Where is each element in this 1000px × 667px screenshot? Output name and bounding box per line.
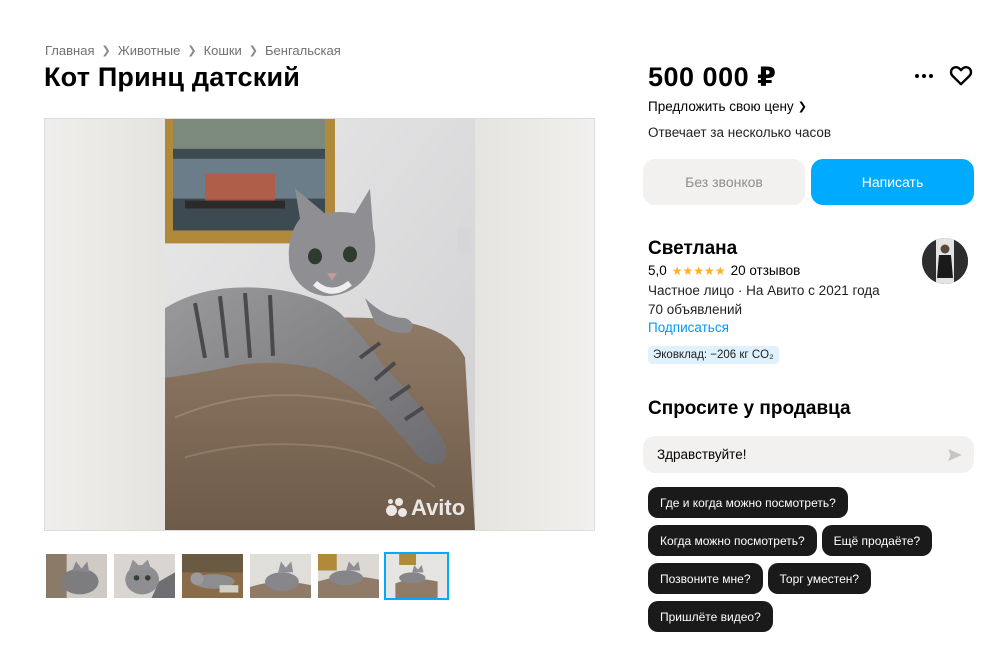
photo-blur-right xyxy=(474,119,594,530)
rating-stars-icon: ★★★★★ xyxy=(671,263,726,278)
ask-seller-title: Спросите у продавца xyxy=(648,398,851,419)
rating-value: 5,0 xyxy=(648,263,667,278)
no-calls-button[interactable]: Без звонков xyxy=(643,159,805,205)
message-input[interactable] xyxy=(643,436,974,473)
seller-ads-count[interactable]: 70 объявлений xyxy=(648,302,742,317)
more-options-icon[interactable] xyxy=(912,64,936,88)
thumbnail-6[interactable] xyxy=(384,552,449,600)
chevron-right-icon: ❯ xyxy=(101,45,111,57)
price: 500 000 ₽ xyxy=(648,62,777,92)
reviews-link[interactable]: 20 отзывов xyxy=(731,263,801,278)
quick-reply-chip[interactable]: Когда можно посмотреть? xyxy=(648,525,817,556)
avito-watermark: Avito xyxy=(385,495,465,521)
page-title: Кот Принц датский xyxy=(44,62,301,92)
photo-blur-left xyxy=(45,119,165,530)
eco-badge[interactable]: Эковклад: −206 кг CO₂ xyxy=(648,346,779,364)
seller-rating: 5,0 ★★★★★ 20 отзывов xyxy=(648,263,800,278)
thumbnail-strip xyxy=(44,552,449,600)
breadcrumb-bengal[interactable]: Бенгальская xyxy=(265,43,341,58)
breadcrumb: Главная ❯ Животные ❯ Кошки ❯ Бенгальская xyxy=(45,43,341,58)
send-icon[interactable] xyxy=(946,446,964,464)
main-photo[interactable]: Avito xyxy=(44,118,595,531)
chevron-right-icon: ❯ xyxy=(797,101,807,113)
write-message-button[interactable]: Написать xyxy=(811,159,974,205)
quick-reply-chip[interactable]: Где и когда можно посмотреть? xyxy=(648,487,848,518)
quick-replies: Где и когда можно посмотреть? Когда можн… xyxy=(648,487,968,632)
avito-logo-icon xyxy=(385,497,407,519)
cat-photo xyxy=(165,119,475,530)
chevron-right-icon: ❯ xyxy=(187,45,197,57)
quick-reply-chip[interactable]: Позвоните мне? xyxy=(648,563,763,594)
avatar[interactable] xyxy=(922,238,968,284)
thumbnail-1[interactable] xyxy=(44,552,109,600)
favorite-heart-icon[interactable] xyxy=(948,62,974,88)
thumbnail-4[interactable] xyxy=(248,552,313,600)
seller-type: Частное лицо · На Авито с 2021 года xyxy=(648,283,880,298)
chevron-right-icon: ❯ xyxy=(248,45,259,57)
breadcrumb-animals[interactable]: Животные xyxy=(118,43,181,58)
reply-time-text: Отвечает за несколько часов xyxy=(648,125,832,140)
quick-reply-chip[interactable]: Ещё продаёте? xyxy=(821,525,933,556)
subscribe-link[interactable]: Подписаться xyxy=(648,320,729,335)
breadcrumb-home[interactable]: Главная xyxy=(45,43,94,58)
offer-price-link[interactable]: Предложить свою цену ❯ xyxy=(648,99,807,114)
breadcrumb-cats[interactable]: Кошки xyxy=(204,43,242,58)
seller-name[interactable]: Светлана xyxy=(648,238,737,260)
quick-reply-chip[interactable]: Торг уместен? xyxy=(767,563,872,594)
quick-reply-chip[interactable]: Пришлёте видео? xyxy=(648,601,773,632)
thumbnail-3[interactable] xyxy=(180,552,245,600)
thumbnail-5[interactable] xyxy=(316,552,381,600)
thumbnail-2[interactable] xyxy=(112,552,177,600)
